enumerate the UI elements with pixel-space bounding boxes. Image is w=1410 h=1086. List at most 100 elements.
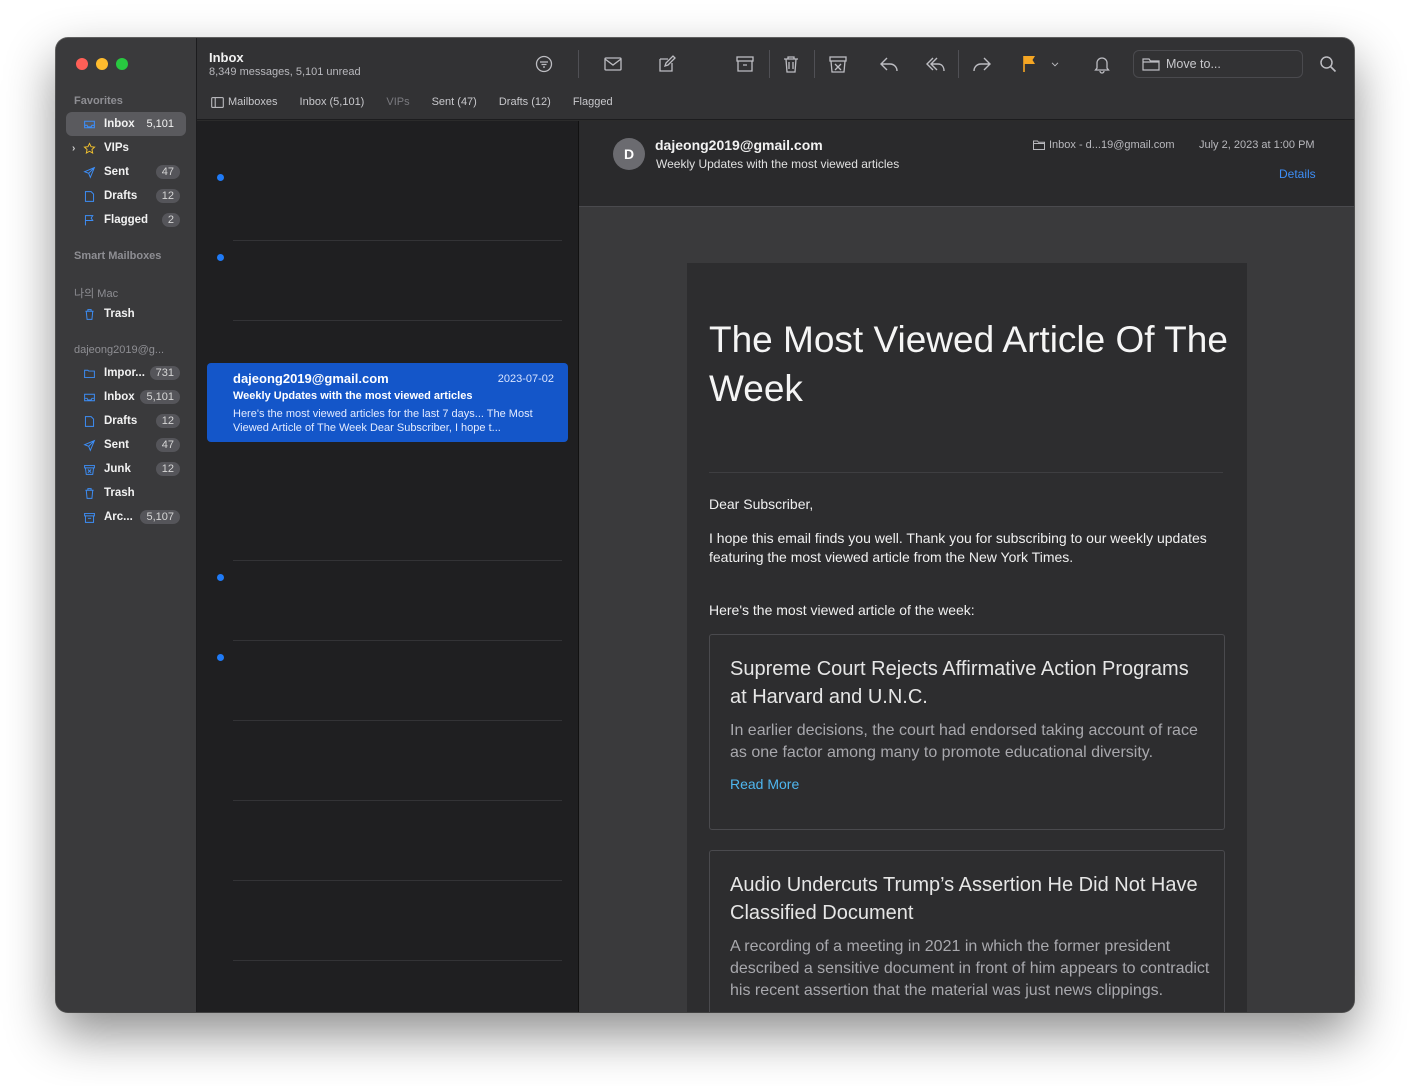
article-description: In earlier decisions, the court had endo… [730,722,1198,761]
count-badge: 731 [149,366,180,380]
compose-icon [659,55,676,72]
reply-button[interactable] [874,52,904,76]
favbar-inbox[interactable]: Inbox (5,101) [300,96,365,108]
minimize-window-button[interactable] [96,58,108,70]
sidebar-item-flagged[interactable]: Flagged 2 [66,208,186,232]
count-badge: 12 [155,414,180,428]
move-to-label: Move to... [1166,57,1221,71]
unread-dot [217,574,224,581]
sidebar-item-label: Arc... [104,511,133,523]
filter-icon [535,55,553,73]
favbar-flagged[interactable]: Flagged [573,96,613,108]
row-separator [233,880,562,881]
article-card: Audio Undercuts Trump’s Assertion He Did… [709,850,1225,1012]
sidebar: Favorites Inbox 5,101 › VIPs Sent 47 Dra… [56,38,197,1012]
header-date: July 2, 2023 at 1:00 PM [1199,139,1315,151]
sidebar-item-account-junk[interactable]: Junk 12 [66,457,186,481]
favbar-mailboxes-label: Mailboxes [228,96,278,108]
sidebar-item-vips[interactable]: › VIPs [66,136,186,160]
message-row-selected[interactable]: dajeong2019@gmail.com 2023-07-02 Weekly … [207,363,568,442]
flag-button[interactable] [1015,52,1045,76]
row-separator [233,720,562,721]
sidebar-toggle-icon [211,96,224,108]
get-mail-button[interactable] [598,52,628,76]
header-mailbox: Inbox - d...19@gmail.com [1033,139,1175,151]
bell-icon [1094,57,1110,74]
toolbar: Inbox 8,349 messages, 5,101 unread Move … [197,38,1354,120]
sidebar-item-label: Trash [104,487,135,499]
flag-menu-button[interactable] [1046,52,1064,76]
unread-count: 5,101 [146,118,174,130]
sidebar-item-account-drafts[interactable]: Drafts 12 [66,409,186,433]
unread-dot [217,254,224,261]
sidebar-item-mac-trash[interactable]: Trash [66,302,186,326]
archive-button[interactable] [730,52,760,76]
smart-mailboxes-header[interactable]: Smart Mailboxes [74,250,161,262]
row-separator [233,320,562,321]
sidebar-item-label: Trash [104,308,135,320]
favbar-drafts[interactable]: Drafts (12) [499,96,551,108]
email-heading: The Most Viewed Article Of The Week [709,319,1228,409]
sidebar-item-label: Inbox [104,118,135,130]
toolbar-separator [769,50,770,78]
envelope-icon [604,57,622,71]
sidebar-item-account-archive[interactable]: Arc... 5,107 [66,505,186,529]
window-controls [76,58,128,70]
mail-window: Favorites Inbox 5,101 › VIPs Sent 47 Dra… [56,38,1354,1012]
filter-button[interactable] [529,52,559,76]
sidebar-item-account-inbox[interactable]: Inbox 5,101 [66,385,186,409]
junk-icon [829,56,847,73]
sidebar-item-account-sent[interactable]: Sent 47 [66,433,186,457]
count-badge: 12 [155,462,180,476]
search-button[interactable] [1313,52,1343,76]
reply-icon [880,57,898,72]
article-title: Audio Undercuts Trump’s Assertion He Did… [730,874,1198,924]
search-icon [1320,56,1337,73]
compose-button[interactable] [652,52,682,76]
row-separator [233,560,562,561]
inbox-icon [82,117,96,131]
sidebar-item-label: Drafts [104,415,138,427]
move-to-button[interactable]: Move to... [1133,50,1303,78]
toolbar-separator [578,50,579,78]
disclosure-triangle-icon[interactable]: › [72,143,75,154]
article-card: Supreme Court Rejects Affirmative Action… [709,634,1225,830]
sidebar-item-inbox[interactable]: Inbox 5,101 [66,112,186,136]
read-more-link[interactable]: Read More [730,776,799,792]
sidebar-item-important[interactable]: Impor... 731 [66,361,186,385]
favbar-vips[interactable]: VIPs [386,96,409,108]
close-window-button[interactable] [76,58,88,70]
account-header[interactable]: dajeong2019@g... [74,344,164,356]
doc-icon [82,189,96,203]
message-subject: Weekly Updates with the most viewed arti… [233,390,473,402]
header-subject: Weekly Updates with the most viewed arti… [656,157,900,171]
favbar-sent[interactable]: Sent (47) [432,96,477,108]
row-separator [233,240,562,241]
unread-dot [217,654,224,661]
message-list[interactable]: dajeong2019@gmail.com 2023-07-02 Weekly … [197,121,579,1012]
favbar-mailboxes[interactable]: Mailboxes [211,96,278,108]
on-my-mac-header[interactable]: 나의 Mac [74,285,118,301]
header-sender[interactable]: dajeong2019@gmail.com [655,137,823,153]
reply-all-button[interactable] [921,52,951,76]
folder-icon [1033,140,1045,150]
count-badge: 5,107 [140,510,180,524]
count-badge: 47 [155,438,180,452]
sidebar-item-drafts[interactable]: Drafts 12 [66,184,186,208]
sidebar-item-account-trash[interactable]: Trash [66,481,186,505]
reply-all-icon [926,57,945,72]
zoom-window-button[interactable] [116,58,128,70]
doc-icon [82,414,96,428]
count-badge: 47 [155,165,180,179]
delete-button[interactable] [776,52,806,76]
notify-button[interactable] [1087,52,1117,76]
reading-pane: D dajeong2019@gmail.com Weekly Updates w… [579,121,1354,1012]
sidebar-item-sent[interactable]: Sent 47 [66,160,186,184]
details-link[interactable]: Details [1279,167,1316,181]
article-description: A recording of a meeting in 2021 in whic… [730,938,1210,999]
row-separator [233,800,562,801]
count-badge: 12 [155,189,180,203]
row-separator [233,960,562,961]
junk-button[interactable] [823,52,853,76]
forward-button[interactable] [967,52,997,76]
